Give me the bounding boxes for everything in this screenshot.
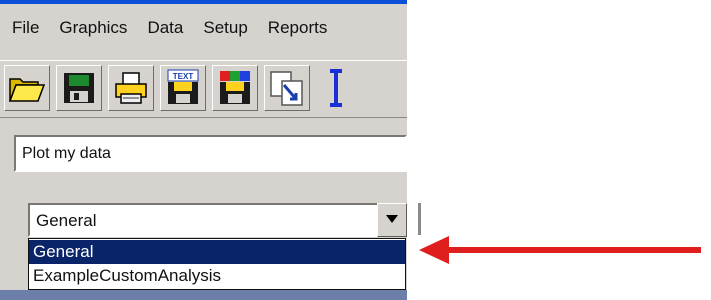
lower-panel-strip bbox=[0, 290, 407, 300]
print-button[interactable] bbox=[108, 65, 154, 111]
copy-pages-icon bbox=[270, 71, 303, 106]
combo-dropdown-button[interactable] bbox=[377, 203, 407, 237]
save-disk-icon bbox=[64, 73, 94, 103]
menu-graphics[interactable]: Graphics bbox=[47, 18, 135, 38]
plot-description-field[interactable]: Plot my data bbox=[14, 135, 407, 172]
plot-description-value: Plot my data bbox=[22, 145, 111, 162]
toolbar: TEXT bbox=[0, 60, 407, 118]
chevron-down-icon bbox=[386, 215, 398, 223]
open-button[interactable] bbox=[4, 65, 50, 111]
analysis-combo[interactable]: General bbox=[28, 203, 407, 237]
export-text-button[interactable]: TEXT bbox=[160, 65, 206, 111]
application-window: File Graphics Data Setup Reports TEXT Pl… bbox=[0, 0, 422, 300]
dropdown-option-example-custom-analysis[interactable]: ExampleCustomAnalysis bbox=[29, 264, 405, 288]
text-badge: TEXT bbox=[173, 72, 194, 81]
copy-pages-button[interactable] bbox=[264, 65, 310, 111]
save-button[interactable] bbox=[56, 65, 102, 111]
export-color-icon bbox=[220, 71, 250, 104]
menu-setup[interactable]: Setup bbox=[191, 18, 255, 38]
analysis-combo-value: General bbox=[36, 211, 97, 230]
text-cursor-button[interactable] bbox=[316, 65, 356, 111]
title-bar-edge bbox=[0, 0, 407, 4]
printer-icon bbox=[115, 72, 147, 104]
menu-file[interactable]: File bbox=[0, 18, 47, 38]
export-text-icon: TEXT bbox=[167, 69, 199, 104]
menu-reports[interactable]: Reports bbox=[256, 18, 336, 38]
menu-data[interactable]: Data bbox=[135, 18, 191, 38]
folder-open-icon bbox=[8, 78, 46, 102]
text-cursor-icon bbox=[330, 69, 342, 107]
red-arrow-icon bbox=[419, 236, 701, 264]
menu-bar: File Graphics Data Setup Reports bbox=[0, 5, 407, 51]
export-color-button[interactable] bbox=[212, 65, 258, 111]
dropdown-option-general[interactable]: General bbox=[29, 240, 405, 264]
analysis-dropdown-list: General ExampleCustomAnalysis bbox=[28, 238, 406, 290]
